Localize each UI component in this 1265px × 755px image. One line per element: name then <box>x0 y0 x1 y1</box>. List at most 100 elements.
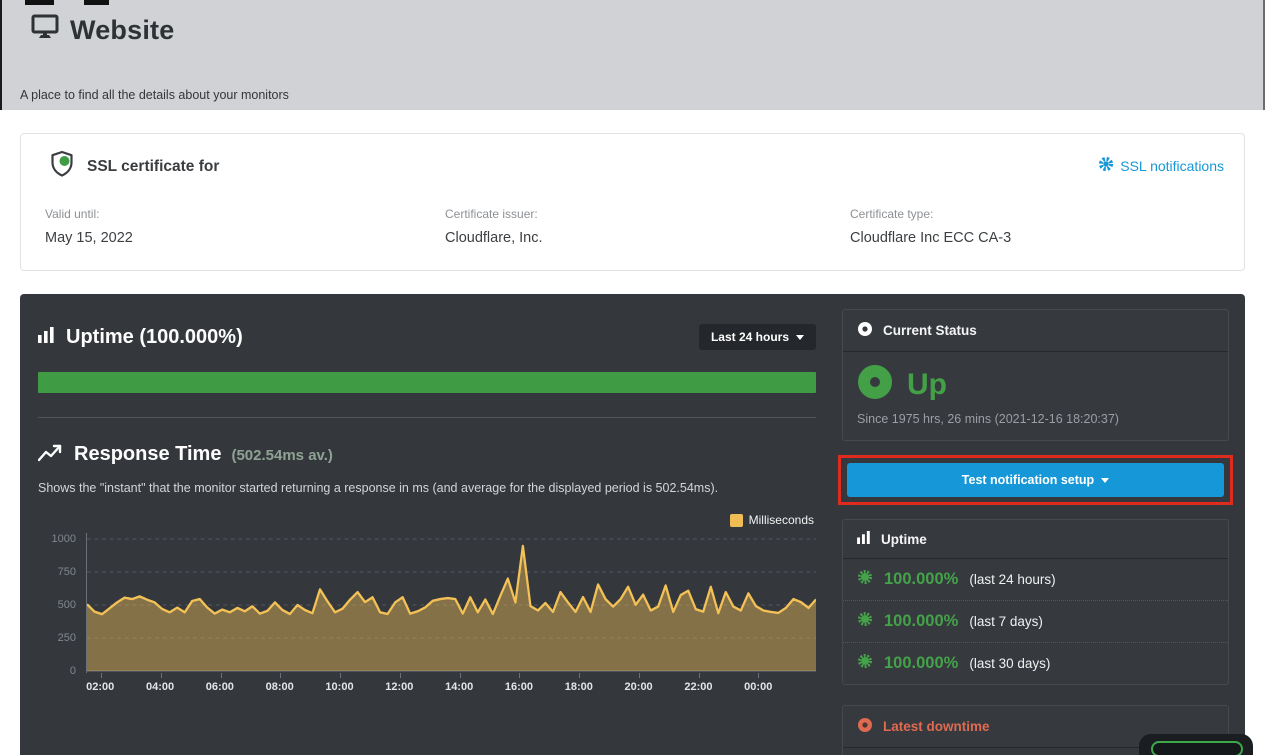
bar-chart-icon <box>38 327 55 348</box>
x-tickmark <box>221 673 222 678</box>
uptime-percentage: 100.000% <box>884 654 958 673</box>
screen-artifact <box>84 0 109 5</box>
uptime-percentage: 100.000% <box>884 570 958 589</box>
screen-edge-artifact <box>0 0 2 110</box>
field-label: Certificate issuer: <box>445 207 850 221</box>
up-donut-icon <box>857 364 893 405</box>
uptime-period: (last 7 days) <box>969 614 1043 629</box>
uptime-row-30d: 100.000% (last 30 days) <box>843 642 1228 684</box>
uptime-card-title: Uptime <box>881 532 927 547</box>
legend-label: Milliseconds <box>749 513 814 527</box>
x-tick-label: 00:00 <box>744 681 772 693</box>
response-time-description: Shows the "instant" that the monitor sta… <box>38 481 816 495</box>
uptime-summary-card: Uptime 100.000% (last 24 hours) <box>842 519 1229 685</box>
x-tickmark <box>758 673 759 678</box>
line-chart-icon <box>38 443 64 468</box>
x-tick-label: 08:00 <box>266 681 294 693</box>
uptime-burst-icon <box>857 569 873 590</box>
annotation-highlight-box: Test notification setup <box>838 455 1233 505</box>
x-axis-labels: 02:00 04:00 06:00 08:00 10:00 12:00 14:00 16:00… <box>86 681 816 703</box>
x-tickmark <box>639 673 640 678</box>
downtime-card-title: Latest downtime <box>883 719 990 734</box>
shield-icon <box>49 150 75 183</box>
chat-widget-pill <box>1151 741 1243 755</box>
downtime-dot-icon <box>857 717 873 736</box>
gear-icon <box>1098 156 1114 175</box>
ssl-notifications-link[interactable]: SSL notifications <box>1098 156 1224 175</box>
x-tick-label: 16:00 <box>505 681 533 693</box>
ssl-card-title: SSL certificate for <box>87 158 219 176</box>
screen-artifact <box>25 0 54 5</box>
ssl-valid-until-field: Valid until: May 15, 2022 <box>45 207 445 246</box>
uptime-period: (last 24 hours) <box>969 572 1055 587</box>
field-label: Certificate type: <box>850 207 1011 221</box>
monitor-icon <box>30 14 60 46</box>
y-tick-label: 250 <box>58 632 76 644</box>
x-tick-label: 06:00 <box>206 681 234 693</box>
time-range-dropdown[interactable]: Last 24 hours <box>699 324 816 350</box>
page-title: Website <box>70 15 174 46</box>
x-tick-label: 12:00 <box>385 681 413 693</box>
response-time-chart-svg <box>87 533 816 673</box>
response-time-area <box>87 546 816 671</box>
x-tick-label: 22:00 <box>684 681 712 693</box>
response-time-average: (502.54ms av.) <box>231 447 332 464</box>
uptime-row-24h: 100.000% (last 24 hours) <box>843 559 1228 600</box>
chevron-down-icon <box>1101 478 1109 483</box>
chart-legend: Milliseconds <box>38 513 816 527</box>
x-tickmark <box>400 673 401 678</box>
status-sidebar: Current Status Up Since 1975 hrs, 26 min… <box>842 294 1229 755</box>
uptime-status-bar[interactable] <box>38 372 816 393</box>
response-time-title: Response Time <box>74 443 221 466</box>
x-tickmark <box>519 673 520 678</box>
field-value: Cloudflare, Inc. <box>445 230 850 246</box>
uptime-burst-icon <box>857 611 873 632</box>
x-tick-label: 04:00 <box>146 681 174 693</box>
legend-swatch-milliseconds <box>730 514 743 527</box>
uptime-row-7d: 100.000% (last 7 days) <box>843 600 1228 642</box>
x-tick-label: 14:00 <box>445 681 473 693</box>
ssl-issuer-field: Certificate issuer: Cloudflare, Inc. <box>445 207 850 246</box>
y-tick-label: 1000 <box>52 533 76 545</box>
monitor-detail-panel: Uptime (100.000%) Last 24 hours Response… <box>20 294 1245 755</box>
x-tickmark <box>579 673 580 678</box>
chart-plot[interactable] <box>86 533 816 673</box>
x-tickmark <box>460 673 461 678</box>
y-tick-label: 0 <box>70 665 76 677</box>
y-axis-labels: 02505007501000 <box>38 533 86 673</box>
current-status-title: Current Status <box>883 323 977 338</box>
x-tickmark <box>340 673 341 678</box>
charts-column: Uptime (100.000%) Last 24 hours Response… <box>38 294 816 755</box>
uptime-percentage: 100.000% <box>884 612 958 631</box>
status-dot-icon <box>857 321 873 340</box>
ssl-certificate-card: SSL certificate for SSL notifications Va… <box>20 133 1245 271</box>
y-tick-label: 750 <box>58 566 76 578</box>
page-header: Website A place to find all the details … <box>0 0 1265 110</box>
bar-chart-icon <box>857 531 871 547</box>
x-tick-label: 20:00 <box>625 681 653 693</box>
ssl-type-field: Certificate type: Cloudflare Inc ECC CA-… <box>850 207 1011 246</box>
x-tickmark <box>101 673 102 678</box>
section-divider <box>38 417 816 418</box>
current-status-card: Current Status Up Since 1975 hrs, 26 min… <box>842 309 1229 441</box>
status-state: Up <box>907 368 947 402</box>
ssl-notifications-label: SSL notifications <box>1120 158 1224 174</box>
x-tickmark <box>699 673 700 678</box>
x-tick-label: 02:00 <box>86 681 114 693</box>
x-tick-label: 10:00 <box>325 681 353 693</box>
uptime-section-title: Uptime (100.000%) <box>66 326 243 349</box>
test-notification-label: Test notification setup <box>962 473 1094 487</box>
page-subtitle: A place to find all the details about yo… <box>20 88 289 102</box>
field-value: Cloudflare Inc ECC CA-3 <box>850 230 1011 246</box>
x-tickmark <box>280 673 281 678</box>
chat-widget-peek[interactable] <box>1139 734 1253 755</box>
x-tickmark <box>161 673 162 678</box>
uptime-burst-icon <box>857 653 873 674</box>
status-since-text: Since 1975 hrs, 26 mins (2021-12-16 18:2… <box>857 412 1214 426</box>
field-label: Valid until: <box>45 207 445 221</box>
y-tick-label: 500 <box>58 599 76 611</box>
test-notification-setup-button[interactable]: Test notification setup <box>847 463 1224 497</box>
uptime-period: (last 30 days) <box>969 656 1050 671</box>
time-range-label: Last 24 hours <box>711 330 789 344</box>
x-tick-label: 18:00 <box>565 681 593 693</box>
